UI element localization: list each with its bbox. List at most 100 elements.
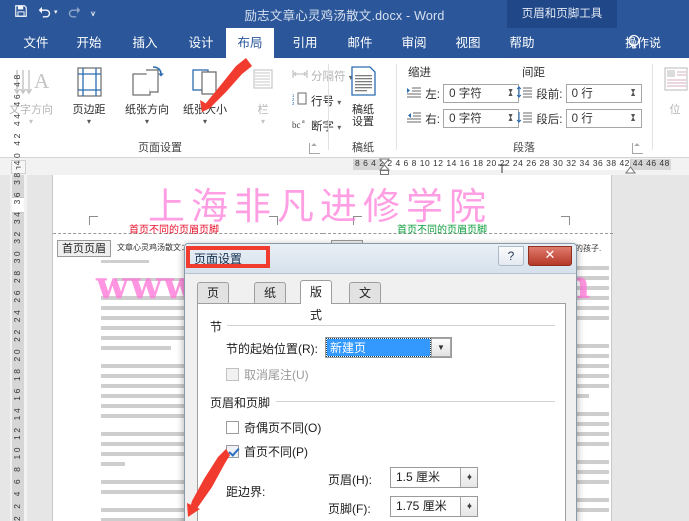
contextual-tools-label: 页眉和页脚工具: [521, 8, 603, 20]
chevron-down-icon: ▾: [260, 117, 265, 126]
different-odd-even-label: 奇偶页不同(O): [244, 421, 322, 435]
tab-yinyong[interactable]: 引用: [280, 28, 330, 58]
body-line: [101, 462, 125, 466]
indent-left-input[interactable]: 0 字符 ▲ ▼: [443, 84, 520, 103]
spacing-after-input[interactable]: 0 行 ▲ ▼: [565, 109, 642, 128]
button-manuscript-setup[interactable]: 稿纸 设置: [334, 62, 392, 134]
ribbon-tab-strip: 文件 开始 插入 设计 布局 引用 邮件 审阅 视图 帮助 设计 操作说: [0, 28, 689, 86]
indent-right-input[interactable]: 0 字符 ▲ ▼: [443, 109, 520, 128]
headers-group-label: 页眉和页脚: [210, 394, 276, 411]
tab-sheji[interactable]: 设计: [176, 28, 226, 58]
spacing-after-value: 0 行: [571, 113, 593, 125]
footer-distance-label: 页脚(F):: [328, 502, 371, 516]
indent-markers-icon[interactable]: [379, 158, 391, 175]
different-odd-even-checkbox[interactable]: 奇偶页不同(O): [226, 419, 321, 436]
button-columns-label: 栏: [257, 104, 269, 116]
horizontal-ruler-numbers: 8 6 4 2 2 4 6 8 10 12 14 16 18 20 22 24 …: [355, 158, 670, 168]
different-first-page-checkbox[interactable]: 首页不同(P): [226, 443, 308, 460]
tab-wenjian[interactable]: 文件: [14, 28, 58, 58]
button-text-direction[interactable]: A 文字方向 ▾: [2, 62, 60, 134]
tab-bangzhu[interactable]: 帮助: [498, 28, 546, 58]
spacing-before-icon: [516, 85, 533, 102]
tab-kaishi[interactable]: 开始: [64, 28, 114, 58]
header-distance-label: 页眉(H):: [328, 473, 372, 487]
section-start-combo[interactable]: 新建页 ▼: [325, 337, 452, 358]
orientation-icon: [118, 64, 176, 104]
checkbox-box: [226, 445, 239, 458]
paragraph-dialog-launcher[interactable]: [632, 143, 643, 154]
tab-buju[interactable]: 布局: [226, 28, 274, 58]
crop-mark-top-left: [89, 216, 98, 225]
spacing-before-label: 段前:: [536, 88, 563, 101]
button-margins[interactable]: 页边距 ▾: [60, 62, 118, 134]
tab-shitu[interactable]: 视图: [444, 28, 492, 58]
button-position[interactable]: 位: [658, 62, 689, 134]
header-distance-value: 1.5 厘米: [396, 470, 441, 484]
header-distance-spinner[interactable]: ▲ ▼: [460, 468, 477, 487]
spacing-before-row: 段前: 0 行 ▲ ▼: [516, 84, 642, 103]
horizontal-ruler[interactable]: 8 6 4 2 2 4 6 8 10 12 14 16 18 20 22 24 …: [0, 158, 689, 175]
spacing-before-input[interactable]: 0 行 ▲ ▼: [565, 84, 642, 103]
svg-text:3: 3: [292, 101, 295, 105]
header-text-right: 首页不同的页眉页脚: [397, 225, 487, 236]
tab-youjian[interactable]: 邮件: [336, 28, 384, 58]
vertical-ruler[interactable]: 2 2 4 6 8 10 12 14 16 18 20 22 24 26 28 …: [10, 72, 27, 521]
dialog-title-bar[interactable]: 页面设置 ? ✕: [185, 244, 576, 274]
dialog-panel-layout: 节 节的起始位置(R): 新建页 ▼ 取消尾注(U) 页眉和页脚 奇偶页不同(O…: [197, 303, 566, 521]
vertical-ruler-numbers: 2 2 4 6 8 10 12 14 16 18 20 22 24 26 28 …: [12, 72, 22, 521]
dialog-tab-paper[interactable]: 纸张: [254, 282, 287, 321]
close-button[interactable]: ✕: [528, 246, 572, 266]
header-distance-input[interactable]: 1.5 厘米 ▲ ▼: [390, 467, 478, 488]
right-indent-marker-icon[interactable]: [625, 166, 636, 174]
position-icon: [658, 64, 689, 104]
button-orientation-label: 纸张方向: [125, 104, 169, 116]
tab-shenyue[interactable]: 审阅: [390, 28, 438, 58]
svg-text:a: a: [302, 119, 305, 125]
help-button[interactable]: ?: [498, 246, 524, 266]
button-orientation[interactable]: 纸张方向 ▾: [118, 62, 176, 134]
different-first-page-label: 首页不同(P): [244, 445, 308, 459]
title-bar: ▾ ⩛ 励志文章心灵鸡汤散文.docx - Word 页眉和页脚工具: [0, 0, 689, 28]
button-paper-size[interactable]: 纸张大小 ▾: [176, 62, 234, 134]
spacing-before-spinner[interactable]: ▲ ▼: [627, 85, 641, 102]
ribbon-group-page-setup: A 文字方向 ▾ 页边距 ▾ 纸张方向 ▾ 纸张大小 ▾ 栏 ▾ ▾ 1 2 3…: [0, 58, 353, 158]
crop-mark-top-right: [269, 216, 278, 225]
section-group-rule: [210, 325, 555, 326]
page-setup-dialog[interactable]: 页面设置 ? ✕ 页边距 纸张 版式 文档网格 节 节的起始位置(R): 新建页…: [184, 243, 577, 521]
suppress-endnotes-checkbox[interactable]: 取消尾注(U): [226, 366, 309, 383]
indent-left-label: 左:: [425, 88, 440, 101]
chevron-down-icon: ▾: [28, 117, 33, 126]
line-numbers-icon: 123: [292, 91, 311, 113]
ribbon-group-paragraph: 缩进 间距 左: 0 字符 ▲ ▼ 右: 0 字符 ▲ ▼ 段前: 0 行 ▲ …: [400, 58, 648, 158]
button-line-numbers-label: 行号: [311, 96, 334, 109]
indent-right-label: 右:: [425, 113, 440, 126]
checkbox-box: [226, 368, 239, 381]
tell-me-box[interactable]: 操作说: [625, 28, 661, 58]
indent-right-value: 0 字符: [449, 113, 482, 125]
svg-text:bc: bc: [292, 120, 301, 130]
indent-left-row: 左: 0 字符 ▲ ▼: [406, 84, 520, 103]
hyphenation-icon: bc a: [292, 116, 311, 138]
group-separator: [328, 64, 329, 150]
chevron-down-icon: ▾: [144, 117, 149, 126]
dialog-tab-layout[interactable]: 版式: [300, 280, 333, 322]
dialog-tab-doc-grid[interactable]: 文档网格: [349, 282, 382, 363]
dialog-tab-margins[interactable]: 页边距: [197, 282, 230, 342]
tab-marker-icon[interactable]: [497, 164, 507, 174]
columns-icon: [234, 64, 292, 104]
page-setup-dialog-launcher[interactable]: [309, 143, 320, 154]
button-position-label: 位: [669, 104, 681, 116]
footer-distance-spinner[interactable]: ▲ ▼: [460, 497, 477, 516]
footer-distance-input[interactable]: 1.75 厘米 ▲ ▼: [390, 496, 478, 517]
tab-charu[interactable]: 插入: [120, 28, 170, 58]
ribbon-group-arrange: 位: [656, 58, 689, 158]
button-manuscript-label-1: 稿纸: [352, 104, 374, 116]
section-start-label: 节的起始位置(R):: [226, 342, 318, 356]
button-columns[interactable]: 栏 ▾: [234, 62, 292, 134]
group-separator: [652, 64, 653, 150]
paper-size-icon: [176, 64, 234, 104]
spacing-after-row: 段后: 0 行 ▲ ▼: [516, 109, 642, 128]
chevron-down-icon[interactable]: ▼: [431, 338, 451, 357]
button-manuscript-label-2: 设置: [352, 116, 374, 128]
spacing-after-spinner[interactable]: ▲ ▼: [627, 110, 641, 127]
